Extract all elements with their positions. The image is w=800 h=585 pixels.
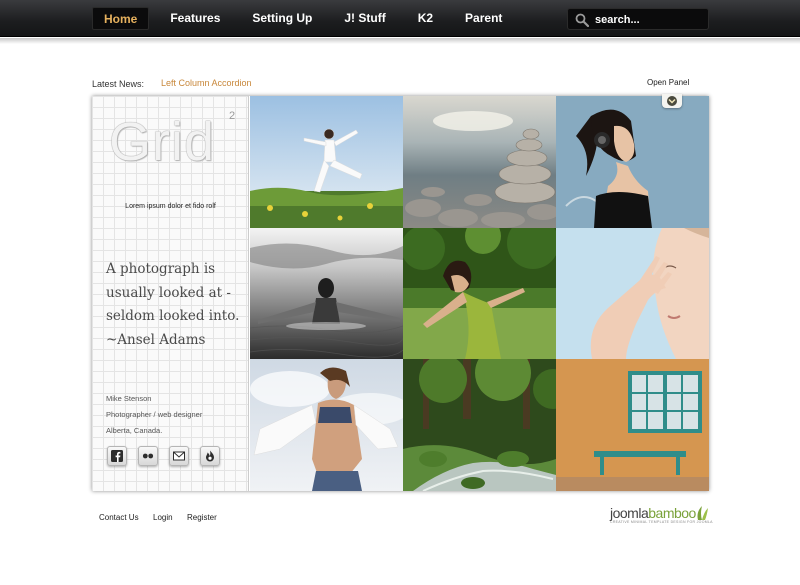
chevron-down-icon <box>667 96 677 106</box>
adobe-wall-bench-photo[interactable] <box>556 359 709 491</box>
woman-face-hand-photo[interactable] <box>556 228 709 359</box>
woman-headphones-photo[interactable] <box>556 96 709 228</box>
quote-line: seldom looked into. <box>106 308 240 324</box>
nav-k2[interactable]: K2 <box>407 7 444 30</box>
flickr-icon <box>142 453 154 459</box>
email-button[interactable] <box>169 446 189 466</box>
quote: A photograph is usually looked at - seld… <box>106 258 246 352</box>
site-logo: Grid <box>109 112 216 172</box>
facebook-button[interactable] <box>107 446 127 466</box>
author-location: Alberta, Canada. <box>106 426 163 435</box>
quote-line: A photograph is <box>106 261 216 277</box>
nav-features[interactable]: Features <box>159 7 231 30</box>
latest-news-label: Latest News: <box>92 79 145 89</box>
open-panel-toggle[interactable] <box>662 94 682 108</box>
brand-word-a: joomla <box>610 505 649 521</box>
search-box <box>567 8 709 30</box>
footer-register[interactable]: Register <box>187 513 217 522</box>
brand-word-b: bamboo <box>648 505 696 521</box>
tagline: Lorem ipsum dolor et fido rolf <box>125 203 216 210</box>
facebook-icon <box>111 450 123 462</box>
search-icon <box>575 13 589 27</box>
latest-news-link[interactable]: Left Column Accordion <box>161 78 252 88</box>
navbar-shadow <box>0 38 800 44</box>
flickr-button[interactable] <box>138 446 158 466</box>
woman-in-water-photo[interactable] <box>250 228 403 359</box>
nav-j-stuff[interactable]: J! Stuff <box>333 7 396 30</box>
nav-home[interactable]: Home <box>92 7 150 30</box>
footer-login[interactable]: Login <box>153 513 173 522</box>
stacked-stones-photo[interactable] <box>403 96 556 228</box>
search-input[interactable] <box>595 11 703 28</box>
bamboo-leaf-icon <box>697 506 708 520</box>
footer-contact-us[interactable]: Contact Us <box>99 513 139 522</box>
left-column: Grid 2 Lorem ipsum dolor et fido rolf A … <box>92 96 249 491</box>
forest-stream-photo[interactable] <box>403 359 556 491</box>
quote-attribution: ~Ansel Adams <box>106 331 206 348</box>
nav-parent[interactable]: Parent <box>454 7 513 30</box>
logo-superscript: 2 <box>229 110 236 122</box>
rss-button[interactable] <box>200 446 220 466</box>
nav-setting-up[interactable]: Setting Up <box>241 7 323 30</box>
top-navbar: Home Features Setting Up J! Stuff K2 Par… <box>0 0 800 37</box>
quote-line: usually looked at - <box>106 284 231 301</box>
mail-icon <box>173 451 185 461</box>
author-title: Photographer / web designer <box>106 410 203 419</box>
author-name: Mike Stenson <box>106 394 152 403</box>
feed-icon <box>206 450 214 462</box>
open-panel-link[interactable]: Open Panel <box>647 78 689 87</box>
dancer-on-grass-photo[interactable] <box>250 96 403 228</box>
brand-tagline: CREATIVE MINIMAL TEMPLATE DESIGN FOR JOO… <box>610 520 713 524</box>
woman-sky-shirt-photo[interactable] <box>250 359 403 491</box>
woman-in-forest-photo[interactable] <box>403 228 556 359</box>
main-menu: Home Features Setting Up J! Stuff K2 Par… <box>92 7 523 30</box>
